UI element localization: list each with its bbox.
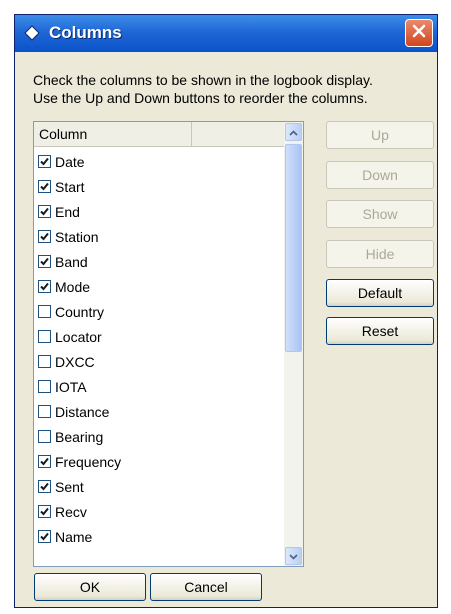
description-line-1: Check the columns to be shown in the log… — [33, 72, 373, 88]
list-item[interactable]: Station — [38, 224, 121, 249]
list-item-label: Band — [55, 253, 88, 270]
list-item-label: Mode — [55, 278, 91, 295]
window-title: Columns — [49, 23, 122, 42]
list-item[interactable]: Band — [38, 249, 121, 274]
list-item[interactable]: Distance — [38, 399, 121, 424]
check-icon — [39, 506, 50, 517]
diamond-icon — [24, 25, 40, 41]
checkbox-unchecked[interactable] — [38, 355, 51, 368]
checkbox-checked[interactable] — [38, 455, 51, 468]
checkbox-unchecked[interactable] — [38, 305, 51, 318]
columns-dialog: Columns Check the columns to be shown in… — [14, 14, 438, 608]
list-item-label: Recv — [55, 503, 87, 520]
list-item[interactable]: Frequency — [38, 449, 121, 474]
list-item-label: Station — [55, 228, 99, 245]
check-icon — [39, 231, 50, 242]
check-icon — [39, 256, 50, 267]
check-icon — [39, 481, 50, 492]
list-item[interactable]: Mode — [38, 274, 121, 299]
checkbox-checked[interactable] — [38, 505, 51, 518]
list-item-label: Date — [55, 153, 85, 170]
checkbox-unchecked[interactable] — [38, 430, 51, 443]
hide-button[interactable]: Hide — [326, 240, 434, 268]
show-button[interactable]: Show — [326, 200, 434, 228]
list-item-label: Frequency — [55, 453, 122, 470]
empty-column-header[interactable] — [192, 122, 284, 146]
description: Check the columns to be shown in the log… — [33, 71, 433, 107]
scroll-down-button[interactable] — [285, 547, 302, 565]
down-button[interactable]: Down — [326, 161, 434, 189]
columns-list[interactable]: Column Date Start End Station Band Mode Countr… — [33, 121, 304, 567]
list-item-label: Locator — [55, 328, 102, 345]
checkbox-checked[interactable] — [38, 255, 51, 268]
check-icon — [39, 456, 50, 467]
vertical-scrollbar[interactable] — [284, 122, 303, 566]
scroll-up-button[interactable] — [285, 123, 302, 141]
list-item-label: Distance — [55, 403, 110, 420]
description-line-2: Use the Up and Down buttons to reorder t… — [33, 90, 368, 106]
check-icon — [39, 281, 50, 292]
list-item[interactable]: Locator — [38, 324, 121, 349]
list-item[interactable]: End — [38, 199, 121, 224]
list-item-label: IOTA — [55, 378, 87, 395]
reset-button[interactable]: Reset — [326, 317, 434, 345]
list-item[interactable]: Sent — [38, 474, 121, 499]
title-bar[interactable]: Columns — [15, 15, 437, 52]
list-item-label: DXCC — [55, 353, 95, 370]
scrollbar-thumb[interactable] — [285, 144, 302, 352]
ok-button[interactable]: OK — [34, 573, 146, 601]
cancel-button[interactable]: Cancel — [150, 573, 262, 601]
checkbox-checked[interactable] — [38, 480, 51, 493]
list-item[interactable]: Bearing — [38, 424, 121, 449]
list-item-label: Country — [55, 303, 105, 320]
check-icon — [39, 156, 50, 167]
checkbox-checked[interactable] — [38, 280, 51, 293]
checkbox-unchecked[interactable] — [38, 405, 51, 418]
list-item-label: Sent — [55, 478, 84, 495]
list-item[interactable]: Start — [38, 174, 121, 199]
list-item[interactable]: DXCC — [38, 349, 121, 374]
checkbox-checked[interactable] — [38, 230, 51, 243]
check-icon — [39, 181, 50, 192]
list-item[interactable]: Recv — [38, 499, 121, 524]
list-item-label: Name — [55, 528, 93, 545]
checkbox-checked[interactable] — [38, 530, 51, 543]
checkbox-unchecked[interactable] — [38, 380, 51, 393]
list-item-label: End — [55, 203, 80, 220]
checkbox-unchecked[interactable] — [38, 330, 51, 343]
check-icon — [39, 206, 50, 217]
scroll-down-arrow-icon — [289, 547, 298, 565]
list-item-label: Start — [55, 178, 85, 195]
list-item-label: Bearing — [55, 428, 104, 445]
close-button[interactable] — [405, 19, 433, 47]
up-button[interactable]: Up — [326, 121, 434, 149]
scroll-up-arrow-icon — [289, 123, 298, 141]
list-item[interactable]: Name — [38, 524, 121, 549]
checkbox-checked[interactable] — [38, 180, 51, 193]
list-item[interactable]: Date — [38, 149, 121, 174]
close-icon — [412, 24, 426, 43]
default-button[interactable]: Default — [326, 279, 434, 307]
column-header[interactable]: Column — [34, 122, 192, 146]
checkbox-checked[interactable] — [38, 205, 51, 218]
list-item[interactable]: IOTA — [38, 374, 121, 399]
list-header: Column — [34, 122, 284, 147]
list-item[interactable]: Country — [38, 299, 121, 324]
checkbox-checked[interactable] — [38, 155, 51, 168]
list-rows: Date Start End Station Band Mode Country Locato… — [38, 149, 121, 549]
check-icon — [39, 531, 50, 542]
